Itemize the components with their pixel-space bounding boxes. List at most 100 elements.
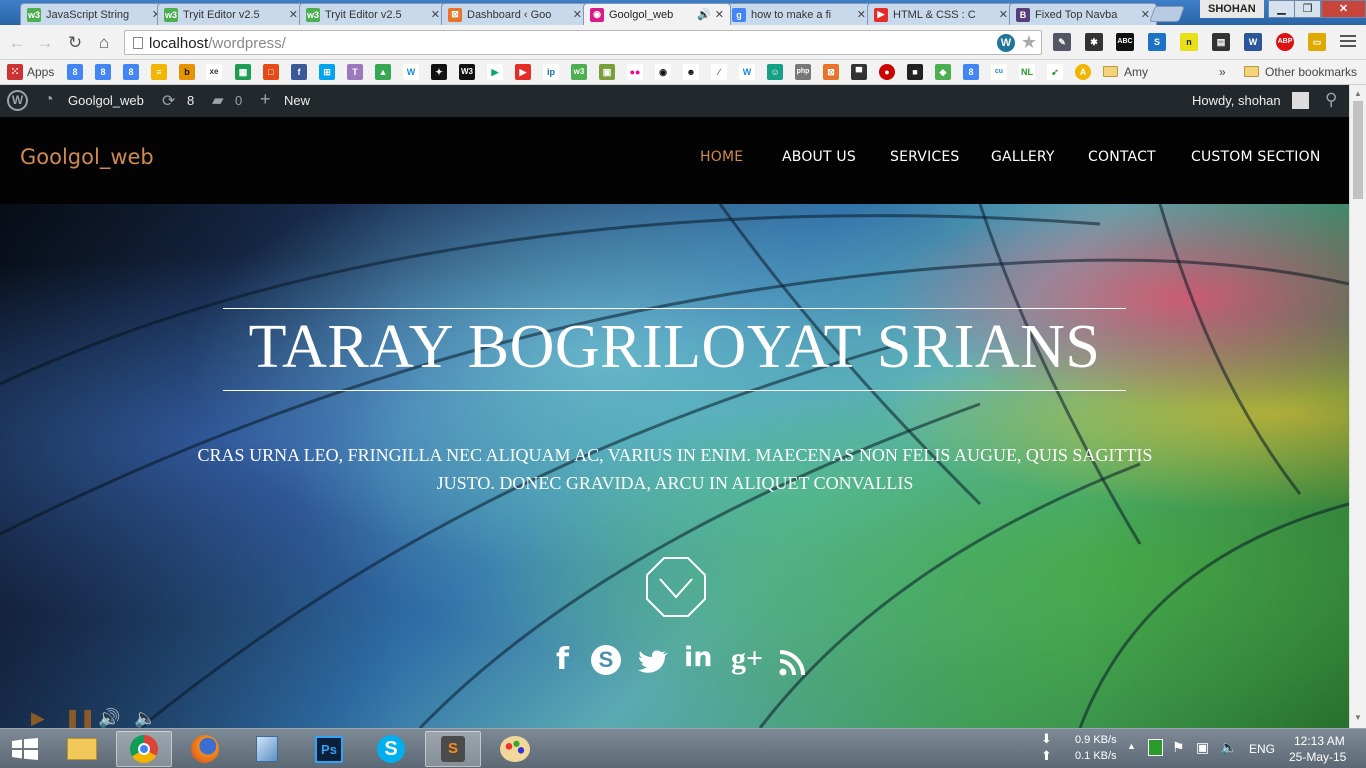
ip-bookmark-icon[interactable]: ip	[543, 64, 559, 80]
n-extension-icon[interactable]: n	[1180, 33, 1198, 51]
s-extension-icon[interactable]: S	[1148, 33, 1166, 51]
browser-tab[interactable]: w3 Tryit Editor v2.5 ✕	[157, 3, 305, 25]
google-bookmark-icon[interactable]: 8	[67, 64, 83, 80]
slides-extension-icon[interactable]: ▭	[1308, 33, 1326, 51]
close-tab-icon[interactable]: ✕	[857, 8, 866, 21]
scroll-up-icon[interactable]: ▲	[1354, 89, 1362, 98]
comments-icon[interactable]: ▰	[212, 91, 224, 109]
clock-date[interactable]: 25-May-15	[1289, 750, 1346, 764]
chrome-menu-icon[interactable]	[1340, 35, 1356, 50]
eye-bookmark-icon[interactable]: ◉	[655, 64, 671, 80]
play-icon[interactable]: ▶	[31, 708, 45, 728]
minimize-button[interactable]: ▁	[1268, 0, 1295, 18]
back-icon[interactable]: ←	[6, 32, 28, 54]
bug-extension-icon[interactable]: ✱	[1085, 33, 1103, 51]
scroll-down-icon[interactable]: ▼	[1354, 713, 1362, 722]
browser-tab[interactable]: ⊠ Dashboard ‹ Goo ✕	[441, 3, 589, 25]
action-center-flag-icon[interactable]: ⚑	[1172, 739, 1185, 756]
nav-about-us[interactable]: ABOUT US	[782, 149, 856, 165]
close-tab-icon[interactable]: ✕	[431, 8, 440, 21]
w-blue-bookmark-icon[interactable]: W	[739, 64, 755, 80]
a-bookmark-icon[interactable]: A	[1075, 64, 1091, 80]
pause-icon[interactable]: ❚❚	[65, 708, 95, 728]
apps-grid-icon[interactable]: ⁙	[7, 64, 23, 80]
volume-down-icon[interactable]: 🔈	[134, 708, 156, 728]
browser-tab[interactable]: g how to make a fi ✕	[725, 3, 873, 25]
maps-bookmark-icon[interactable]: ◆	[935, 64, 951, 80]
close-tab-icon[interactable]: ✕	[1141, 8, 1150, 21]
adblock-icon[interactable]: ABP	[1276, 33, 1294, 51]
windows-bookmark-icon[interactable]: ⊞	[319, 64, 335, 80]
sublime-taskbar-button[interactable]: S	[425, 731, 481, 767]
clock-time[interactable]: 12:13 AM	[1294, 734, 1345, 748]
facebook-bookmark-icon[interactable]: f	[291, 64, 307, 80]
paint-taskbar-button[interactable]	[487, 731, 543, 767]
browser-tab-active[interactable]: ◉ Goolgol_web 🔊 ✕	[583, 3, 731, 25]
drive-bookmark-icon[interactable]: ▲	[375, 64, 391, 80]
volume-icon[interactable]: 🔈	[1220, 739, 1237, 756]
facebook-icon[interactable]: f	[556, 642, 569, 677]
avatar[interactable]	[1292, 92, 1309, 109]
photoshop-taskbar-button[interactable]: Ps	[301, 731, 357, 767]
close-tab-icon[interactable]: ✕	[289, 8, 298, 21]
office-bookmark-icon[interactable]: □	[263, 64, 279, 80]
youtube-bookmark-icon[interactable]: ▶	[515, 64, 531, 80]
windows-start-icon[interactable]	[12, 738, 38, 760]
howdy-user[interactable]: Howdy, shohan	[1192, 93, 1281, 108]
profile-button[interactable]: SHOHAN	[1200, 0, 1264, 18]
sheets-bookmark-icon[interactable]: ▦	[235, 64, 251, 80]
w3-bookmark-icon[interactable]: W3	[459, 64, 475, 80]
browser-tab[interactable]: B Fixed Top Navba ✕	[1009, 3, 1157, 25]
google-bookmark-icon[interactable]: 8	[123, 64, 139, 80]
nav-home[interactable]: HOME	[700, 149, 743, 165]
reload-icon[interactable]: ↻	[64, 32, 86, 54]
red-bookmark-icon[interactable]: ●	[879, 64, 895, 80]
bird-bookmark-icon[interactable]: ➹	[1047, 64, 1063, 80]
comments-count[interactable]: 0	[235, 93, 242, 108]
browser-tab[interactable]: w3 Tryit Editor v2.5 ✕	[299, 3, 447, 25]
close-tab-icon[interactable]: ✕	[999, 8, 1008, 21]
t-bookmark-icon[interactable]: T	[347, 64, 363, 80]
chrome-taskbar-button[interactable]	[116, 731, 172, 767]
skype-taskbar-button[interactable]: S	[363, 731, 419, 767]
nav-services[interactable]: SERVICES	[890, 149, 960, 165]
xe-bookmark-icon[interactable]: xe	[206, 64, 222, 80]
maximize-button[interactable]: ❐	[1294, 0, 1321, 18]
sparks-bookmark-icon[interactable]: ✦	[431, 64, 447, 80]
googleplus-icon[interactable]: g+	[731, 642, 763, 676]
show-hidden-icons-button[interactable]: ▲	[1127, 741, 1136, 751]
address-bar[interactable]: localhost/wordpress/ W ★	[124, 30, 1042, 55]
file-explorer-taskbar-button[interactable]	[54, 731, 110, 767]
flickr-bookmark-icon[interactable]: ●●	[627, 64, 643, 80]
admin-site-name[interactable]: Goolgol_web	[68, 93, 144, 108]
dark-bookmark-icon[interactable]: ■	[907, 64, 923, 80]
other-bookmarks[interactable]: Other bookmarks	[1265, 65, 1357, 79]
site-brand[interactable]: Goolgol_web	[20, 145, 154, 169]
browser-tab[interactable]: w3 JavaScript String ✕	[20, 3, 168, 25]
w3schools-bookmark-icon[interactable]: w3	[571, 64, 587, 80]
bookmark-star-icon[interactable]: ★	[1021, 32, 1037, 53]
updates-count[interactable]: 8	[187, 93, 194, 108]
w-bookmark-icon[interactable]: W	[403, 64, 419, 80]
robot-bookmark-icon[interactable]: ☺	[767, 64, 783, 80]
playstore-bookmark-icon[interactable]: ▶	[487, 64, 503, 80]
close-tab-icon[interactable]: ✕	[715, 8, 724, 21]
forward-icon[interactable]: →	[34, 32, 56, 54]
plus-icon[interactable]: +	[260, 89, 271, 110]
wordpress-extension-icon[interactable]: W	[997, 34, 1015, 52]
google-bookmark-icon[interactable]: 8	[95, 64, 111, 80]
abc-extension-icon[interactable]: ABC	[1116, 33, 1134, 51]
eyedropper-extension-icon[interactable]: ✎	[1053, 33, 1071, 51]
car-bookmark-icon[interactable]: ▀	[851, 64, 867, 80]
network-icon[interactable]: ▣	[1196, 739, 1209, 756]
image-bookmark-icon[interactable]: ▣	[599, 64, 615, 80]
close-window-button[interactable]: ✕	[1321, 0, 1366, 18]
scroll-down-button[interactable]	[646, 557, 706, 617]
wordpress-logo-icon[interactable]: W	[7, 90, 28, 111]
skype-icon[interactable]: S	[591, 645, 621, 675]
database-bookmark-icon[interactable]: ≡	[151, 64, 167, 80]
quill-bookmark-icon[interactable]: ∕	[711, 64, 727, 80]
nav-contact[interactable]: CONTACT	[1088, 149, 1156, 165]
apps-label[interactable]: Apps	[27, 65, 54, 79]
browser-tab[interactable]: ▶ HTML & CSS : C ✕	[867, 3, 1015, 25]
